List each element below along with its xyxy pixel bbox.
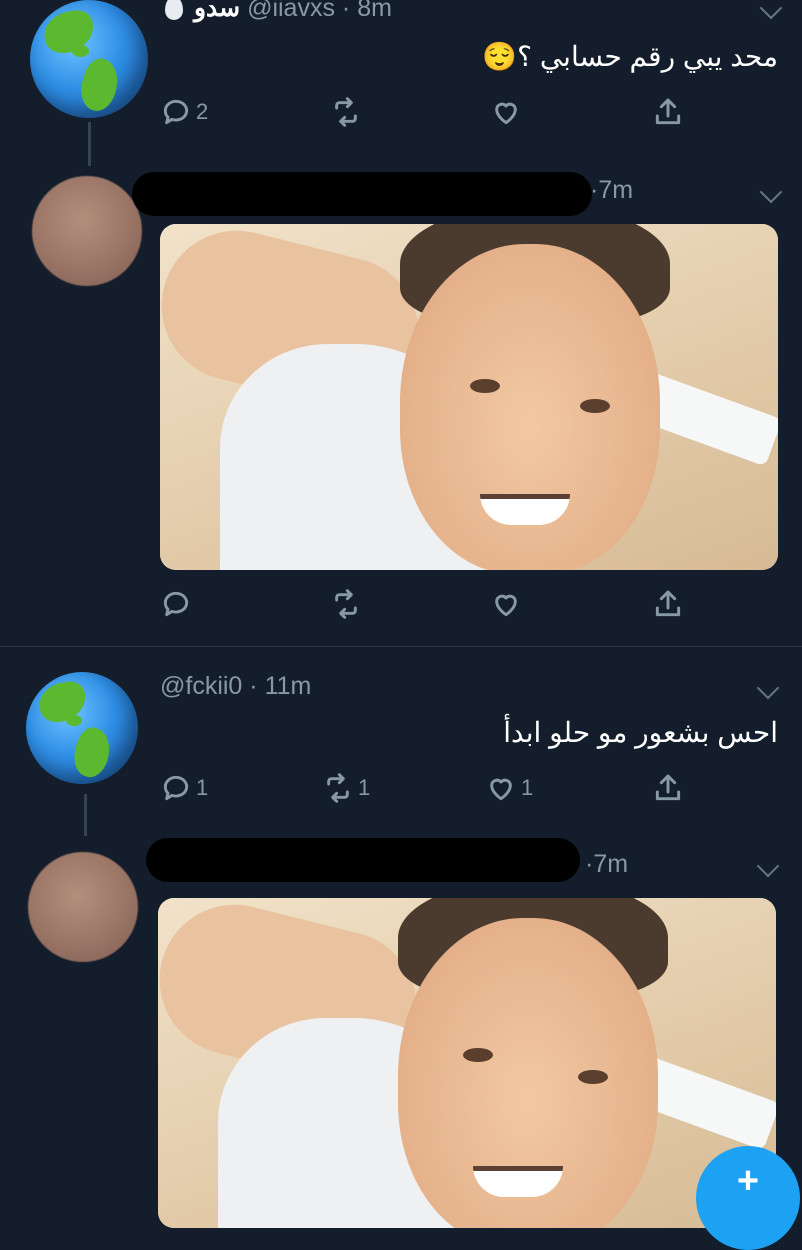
retweet-button[interactable] xyxy=(330,588,362,620)
handle[interactable]: @iiavxs xyxy=(247,0,335,22)
thread-connector xyxy=(84,794,87,836)
retweet-icon xyxy=(335,589,357,619)
retweet-icon xyxy=(327,773,349,803)
tweet-actions: 2 xyxy=(160,96,720,136)
heart-icon xyxy=(495,594,517,617)
heart-icon xyxy=(490,778,512,801)
avatar[interactable] xyxy=(32,176,142,286)
retweet-icon xyxy=(335,97,357,127)
tweet-photo[interactable] xyxy=(160,224,778,570)
tweet-header: @fckii0 · 11m xyxy=(160,672,312,700)
tweet[interactable]: ·7m xyxy=(0,836,802,1228)
retweet-count: 1 xyxy=(358,775,371,800)
avatar[interactable] xyxy=(26,672,138,784)
share-button[interactable] xyxy=(652,588,684,620)
share-button[interactable] xyxy=(652,96,684,128)
tweet-divider xyxy=(0,646,802,647)
reply-button[interactable] xyxy=(160,588,192,620)
chevron-down-icon[interactable] xyxy=(759,180,783,204)
timestamp[interactable]: 8m xyxy=(357,0,392,22)
tweet-header: ·7m xyxy=(590,176,634,204)
reply-count: 2 xyxy=(196,99,209,124)
reply-icon xyxy=(163,775,189,801)
reply-icon xyxy=(163,591,189,617)
reply-count: 1 xyxy=(196,775,209,800)
like-button[interactable]: 1 xyxy=(485,772,533,804)
timestamp[interactable]: 7m xyxy=(593,850,628,878)
tweet-text: احس بشعور مو حلو ابدأ xyxy=(503,717,778,748)
timestamp[interactable]: 7m xyxy=(598,176,633,204)
compose-tweet-button[interactable]: + xyxy=(696,1146,800,1250)
tweet-photo[interactable] xyxy=(158,898,776,1228)
display-name[interactable]: سدو xyxy=(194,0,240,22)
reply-button[interactable]: 1 xyxy=(160,772,208,804)
tweet-header: ·7m xyxy=(585,850,629,878)
share-icon xyxy=(655,590,681,617)
chevron-down-icon[interactable] xyxy=(759,0,783,20)
redacted-name xyxy=(132,172,592,216)
tweet-actions: 1 1 1 xyxy=(160,772,720,812)
avatar[interactable] xyxy=(30,0,148,118)
retweet-button[interactable] xyxy=(330,96,366,128)
handle[interactable]: @fckii0 xyxy=(160,672,242,700)
chevron-down-icon[interactable] xyxy=(756,676,780,700)
location-pin-icon xyxy=(165,0,183,20)
like-count: 1 xyxy=(521,775,534,800)
tweet-text: محد يبي رقم حسابي ؟😌 xyxy=(482,41,778,72)
chevron-down-icon[interactable] xyxy=(756,854,780,878)
tweet[interactable]: سدو @iiavxs · 8m محد يبي رقم حسابي ؟😌 2 xyxy=(0,0,802,170)
avatar[interactable] xyxy=(28,852,138,962)
redacted-name xyxy=(146,838,580,882)
share-icon xyxy=(655,774,681,801)
reply-button[interactable]: 2 xyxy=(160,96,208,128)
share-button[interactable] xyxy=(652,772,684,804)
share-icon xyxy=(655,98,681,125)
tweet[interactable]: @fckii0 · 11m احس بشعور مو حلو ابدأ 1 1 … xyxy=(0,660,802,840)
compose-tweet-icon: + xyxy=(736,1160,760,1202)
timestamp[interactable]: 11m xyxy=(265,672,312,700)
like-button[interactable] xyxy=(490,96,526,128)
thread-connector xyxy=(88,122,91,166)
reply-icon xyxy=(163,99,189,125)
like-button[interactable] xyxy=(490,588,522,620)
tweet-actions xyxy=(160,588,720,628)
tweet-header: سدو @iiavxs · 8m xyxy=(165,0,392,23)
retweet-button[interactable]: 1 xyxy=(322,772,370,804)
heart-icon xyxy=(495,102,517,125)
tweet[interactable]: ·7m xyxy=(0,170,802,645)
